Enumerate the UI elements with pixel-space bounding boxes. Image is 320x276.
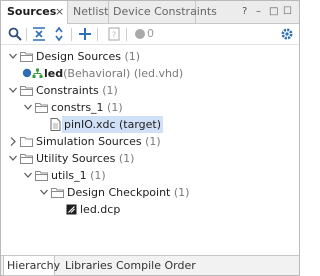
utils-1-label: utils_1 [51, 169, 87, 182]
constrs-1-count: (1) [107, 101, 123, 114]
chevron-down-icon[interactable] [23, 167, 33, 184]
svg-text:?: ? [112, 31, 116, 40]
utility-sources-count: (1) [118, 152, 135, 165]
maximize-icon[interactable]: ☐ [283, 1, 292, 23]
folder-open-icon [35, 171, 48, 181]
tree-node-pinio-xdc[interactable]: pinIO.xdc (target) [1, 116, 299, 133]
sources-tree: Design Sources (1) led(Behavioral) (led.… [1, 46, 299, 254]
led-name: led [44, 67, 64, 80]
tree-node-design-checkpoint[interactable]: Design Checkpoint (1) [1, 184, 299, 201]
chevron-down-icon[interactable] [8, 48, 18, 65]
toolbar-separator [26, 28, 27, 41]
tree-node-led-dcp[interactable]: led.dcp [1, 201, 299, 218]
tab-device-constraints[interactable]: Device Constraints [110, 1, 217, 24]
tree-node-utils-1[interactable]: utils_1 (1) [1, 167, 299, 184]
tree-label: utils_1 (1) [51, 167, 106, 184]
status-dot-icon [135, 29, 145, 39]
properties-icon[interactable]: ? [106, 26, 122, 42]
tree-label: led(Behavioral) (led.vhd) [44, 65, 183, 82]
tree-node-simulation-sources[interactable]: Simulation Sources (1) [1, 133, 299, 150]
chevron-down-icon[interactable] [8, 82, 18, 99]
tab-compile-order[interactable]: Compile Order [116, 256, 196, 276]
checkpoint-file-icon [66, 204, 77, 215]
close-icon[interactable]: × [55, 1, 64, 23]
tree-node-utility-sources[interactable]: Utility Sources (1) [1, 150, 299, 167]
tree-node-constraints[interactable]: Constraints (1) [1, 82, 299, 99]
led-dcp-label: led.dcp [80, 203, 121, 216]
pinio-selected-label: pinIO.xdc (target) [62, 116, 164, 133]
panel-tab-strip: Sources × Netlist Device Constraints ? –… [1, 1, 299, 25]
utils-1-count: (1) [90, 169, 106, 182]
simulation-sources-label: Simulation Sources [36, 135, 142, 148]
led-kind: (Behavioral) [63, 67, 131, 80]
bottom-tab-strip: Hierarchy Libraries Compile Order [1, 255, 299, 276]
tab-hierarchy[interactable]: Hierarchy [3, 256, 60, 276]
toolbar-separator [126, 28, 127, 41]
chevron-down-icon[interactable] [39, 184, 49, 201]
collapse-all-icon[interactable] [31, 26, 47, 42]
hierarchy-icon [32, 68, 43, 78]
tree-node-led[interactable]: led(Behavioral) (led.vhd) [1, 65, 299, 82]
tab-sources-label: Sources [7, 5, 57, 18]
folder-open-icon [20, 86, 33, 96]
folder-open-icon [20, 52, 33, 62]
chevron-down-icon[interactable] [23, 99, 33, 116]
design-sources-count: (1) [124, 50, 141, 63]
chevron-right-icon[interactable] [8, 133, 18, 150]
tab-hierarchy-label: Hierarchy [7, 259, 61, 272]
constraints-label: Constraints [36, 84, 99, 97]
tree-label: Simulation Sources (1) [36, 133, 161, 150]
sources-toolbar: ? 0 [1, 24, 299, 45]
chevron-down-icon[interactable] [8, 150, 18, 167]
tab-libraries[interactable]: Libraries [65, 256, 113, 276]
design-sources-label: Design Sources [36, 50, 121, 63]
tab-device-constraints-label: Device Constraints [113, 5, 217, 18]
simulation-sources-count: (1) [145, 135, 161, 148]
search-icon[interactable] [7, 26, 23, 42]
tree-label: Design Checkpoint (1) [67, 184, 189, 201]
tree-node-design-sources[interactable]: Design Sources (1) [1, 48, 299, 65]
folder-open-icon [20, 154, 33, 164]
tab-compile-order-label: Compile Order [116, 259, 196, 272]
tab-netlist[interactable]: Netlist [69, 1, 109, 24]
tree-label: Design Sources (1) [36, 48, 140, 65]
status-count: 0 [147, 27, 154, 40]
toolbar-separator [97, 28, 98, 41]
folder-open-icon [51, 188, 64, 198]
led-file: (led.vhd) [133, 67, 184, 80]
constrs-1-label: constrs_1 [51, 101, 104, 114]
constraints-file-icon [50, 118, 61, 131]
expand-all-icon[interactable] [51, 26, 67, 42]
tree-label: Constraints (1) [36, 82, 118, 99]
add-icon[interactable] [77, 26, 93, 42]
tree-node-constrs-1[interactable]: constrs_1 (1) [1, 99, 299, 116]
tab-sources[interactable]: Sources × [1, 1, 68, 25]
tree-label: constrs_1 (1) [51, 99, 123, 116]
tab-netlist-label: Netlist [73, 5, 109, 18]
utility-sources-label: Utility Sources [36, 152, 116, 165]
toolbar-separator [71, 28, 72, 41]
help-icon[interactable]: ? [242, 1, 247, 23]
design-checkpoint-label: Design Checkpoint [67, 186, 171, 199]
minimize-icon[interactable]: – [256, 1, 261, 23]
top-module-icon [22, 68, 32, 78]
tab-libraries-label: Libraries [65, 259, 113, 272]
folder-open-icon [35, 103, 48, 113]
restore-icon[interactable]: □ [269, 1, 278, 23]
sources-panel: Sources × Netlist Device Constraints ? –… [0, 0, 300, 276]
settings-icon[interactable] [279, 26, 295, 42]
constraints-count: (1) [102, 84, 118, 97]
design-checkpoint-count: (1) [173, 186, 190, 199]
folder-icon [20, 137, 33, 147]
tree-label: Utility Sources (1) [36, 150, 134, 167]
